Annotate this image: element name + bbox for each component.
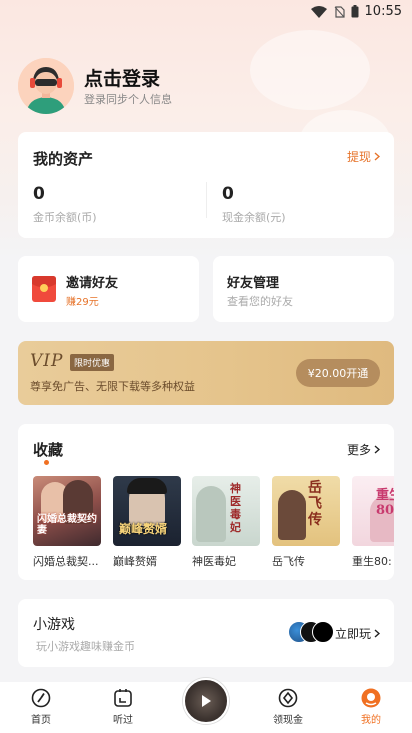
- assets-title: 我的资产: [33, 150, 94, 168]
- now-playing-button[interactable]: [183, 678, 229, 724]
- invite-reward: 赚29元: [66, 297, 99, 308]
- invite-title: 邀请好友: [66, 276, 119, 291]
- tab-profile-label: 我的: [361, 715, 381, 726]
- favorites-indicator-dot: [44, 460, 49, 465]
- play-now-button[interactable]: 立即玩: [335, 625, 380, 642]
- cover-hair: [127, 478, 167, 494]
- cover-title: 神医毒妃: [230, 482, 241, 534]
- profile-icon: [361, 688, 381, 708]
- game-avatars: [288, 621, 338, 643]
- assets-card: 我的资产 提现 0 金币余额(币) 0 现金余额(元): [18, 132, 394, 238]
- favorites-title: 收藏: [33, 441, 64, 459]
- withdraw-label: 提现: [346, 150, 371, 164]
- friends-title: 好友管理: [227, 276, 280, 291]
- book-cover[interactable]: 巅峰赘婿: [113, 476, 181, 546]
- book-item[interactable]: 神医毒妃 神医毒妃: [192, 476, 260, 569]
- status-time: 10:55: [364, 4, 402, 19]
- chevron-right-icon: [374, 445, 380, 454]
- bottom-tab-bar: 首页 听过 领现金 我的: [0, 678, 412, 733]
- book-title: 重生80:: [352, 555, 392, 568]
- vip-activate-button[interactable]: ¥20.00开通: [296, 359, 380, 387]
- play-now-label: 立即玩: [334, 627, 371, 641]
- book-cover[interactable]: 闪婚总裁契约妻: [33, 476, 101, 546]
- mini-games-card[interactable]: 小游戏 玩小游戏趣味赚金币 立即玩: [18, 599, 394, 667]
- gold-balance-label: 金币余额(币): [33, 211, 97, 224]
- book-item[interactable]: 岳飞传 岳飞传: [272, 476, 340, 569]
- chevron-right-icon: [374, 152, 380, 161]
- friends-subtitle: 查看您的好友: [227, 295, 293, 308]
- cash-balance-value: 0: [222, 184, 234, 204]
- cover-title: 巅峰赘婿: [119, 522, 168, 536]
- cover-title: 岳飞传: [308, 480, 322, 528]
- tab-history-label: 听过: [113, 715, 133, 726]
- book-item[interactable]: 闪婚总裁契约妻 闪婚总裁契...: [33, 476, 101, 569]
- home-dial-icon: [31, 688, 51, 708]
- cash-icon: [278, 688, 298, 708]
- withdraw-button[interactable]: 提现: [347, 148, 380, 165]
- book-cover[interactable]: 岳飞传: [272, 476, 340, 546]
- tab-profile[interactable]: 我的: [346, 688, 396, 726]
- vip-description: 尊享免广告、无限下载等多种权益: [30, 380, 195, 393]
- book-title: 岳飞传: [272, 555, 305, 568]
- sim-icon: [334, 5, 345, 18]
- cover-title: 闪婚总裁契约妻: [37, 514, 97, 536]
- book-item[interactable]: 重生80 重生80:: [352, 476, 394, 569]
- history-icon: [114, 689, 132, 707]
- games-title: 小游戏: [33, 617, 75, 633]
- default-avatar-icon: [18, 58, 74, 114]
- avatar[interactable]: [18, 58, 74, 114]
- vip-logo: VIP: [30, 351, 64, 371]
- tab-history[interactable]: 听过: [98, 688, 148, 726]
- book-title: 巅峰赘婿: [113, 555, 157, 568]
- play-icon: [202, 695, 211, 707]
- favorites-more-label: 更多: [346, 443, 371, 457]
- tab-cash[interactable]: 领现金: [263, 688, 313, 726]
- vip-tag: 限时优惠: [70, 354, 115, 371]
- login-subtitle: 登录同步个人信息: [84, 93, 172, 106]
- cash-balance-label: 现金余额(元): [222, 211, 286, 224]
- status-bar: 10:55: [0, 0, 412, 24]
- cover-figure: [196, 486, 226, 542]
- tab-home[interactable]: 首页: [16, 688, 66, 726]
- vip-banner[interactable]: VIP 限时优惠 尊享免广告、无限下载等多种权益 ¥20.00开通: [18, 341, 394, 405]
- favorites-more-button[interactable]: 更多: [347, 441, 380, 458]
- battery-icon: [351, 5, 359, 18]
- game-avatar: [312, 621, 334, 643]
- red-packet-icon: [32, 276, 56, 302]
- book-cover[interactable]: 重生80: [352, 476, 394, 546]
- tab-cash-label: 领现金: [273, 715, 303, 726]
- book-cover[interactable]: 神医毒妃: [192, 476, 260, 546]
- favorites-card: 收藏 更多 闪婚总裁契约妻 闪婚总裁契... 巅峰赘婿 巅峰赘婿 神医毒妃 神医…: [18, 424, 394, 580]
- chevron-right-icon: [374, 629, 380, 638]
- book-item[interactable]: 巅峰赘婿 巅峰赘婿: [113, 476, 181, 569]
- book-title: 闪婚总裁契...: [33, 555, 99, 568]
- friend-management-card[interactable]: 好友管理 查看您的好友: [213, 256, 394, 322]
- tab-home-label: 首页: [31, 715, 51, 726]
- cover-figure: [278, 490, 306, 540]
- games-subtitle: 玩小游戏趣味赚金币: [36, 640, 135, 653]
- login-profile[interactable]: 点击登录 登录同步个人信息: [18, 58, 318, 118]
- status-icons: 10:55: [310, 4, 402, 19]
- cover-title: 重生80: [376, 488, 394, 518]
- gold-balance-value: 0: [33, 184, 45, 204]
- book-title: 神医毒妃: [192, 555, 236, 568]
- invite-friends-card[interactable]: 邀请好友 赚29元: [18, 256, 199, 322]
- wifi-icon: [310, 5, 327, 18]
- login-title[interactable]: 点击登录: [84, 64, 160, 91]
- divider: [206, 182, 207, 218]
